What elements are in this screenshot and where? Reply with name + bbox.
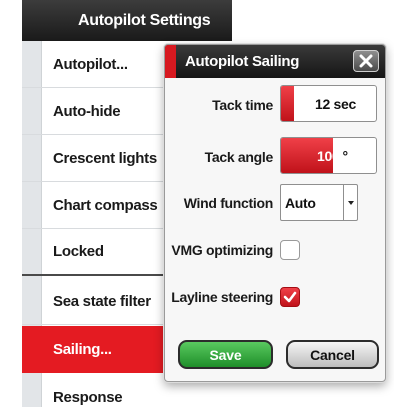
settings-header: Autopilot Settings xyxy=(22,0,232,41)
vmg-optimizing-checkbox[interactable] xyxy=(280,240,300,260)
cancel-button[interactable]: Cancel xyxy=(286,340,379,369)
tack-angle-unit: ° xyxy=(342,147,348,164)
vmg-optimizing-label: VMG optimizing xyxy=(171,242,273,258)
dialog-titlebar: Autopilot Sailing xyxy=(165,45,385,78)
tack-angle-value: 100 ° xyxy=(317,138,348,173)
tack-angle-label: Tack angle xyxy=(204,149,274,165)
wind-function-label: Wind function xyxy=(183,195,274,211)
tack-angle-number: 100 xyxy=(317,147,340,164)
chevron-down-icon xyxy=(347,200,354,205)
dialog-title: Autopilot Sailing xyxy=(185,53,300,70)
tack-angle-slider[interactable]: 100 ° xyxy=(280,137,377,174)
wind-function-value: Auto xyxy=(285,194,316,211)
tack-time-label: Tack time xyxy=(212,97,273,113)
close-button[interactable] xyxy=(353,50,379,72)
tack-time-value: 12 sec xyxy=(315,95,357,112)
layline-steering-label: Layline steering xyxy=(171,289,273,305)
dropdown-arrow xyxy=(343,185,357,220)
layline-steering-checkbox[interactable] xyxy=(280,287,300,307)
save-button[interactable]: Save xyxy=(178,340,273,369)
autopilot-sailing-dialog: Autopilot Sailing Tack time 12 sec Tack … xyxy=(164,44,386,382)
dialog-accent-bar xyxy=(165,45,176,78)
tack-time-slider[interactable]: 12 sec xyxy=(280,85,377,122)
wind-function-dropdown[interactable]: Auto xyxy=(280,184,358,221)
checkmark-icon xyxy=(283,291,297,303)
close-icon xyxy=(359,54,373,68)
tack-time-fill xyxy=(281,86,295,121)
